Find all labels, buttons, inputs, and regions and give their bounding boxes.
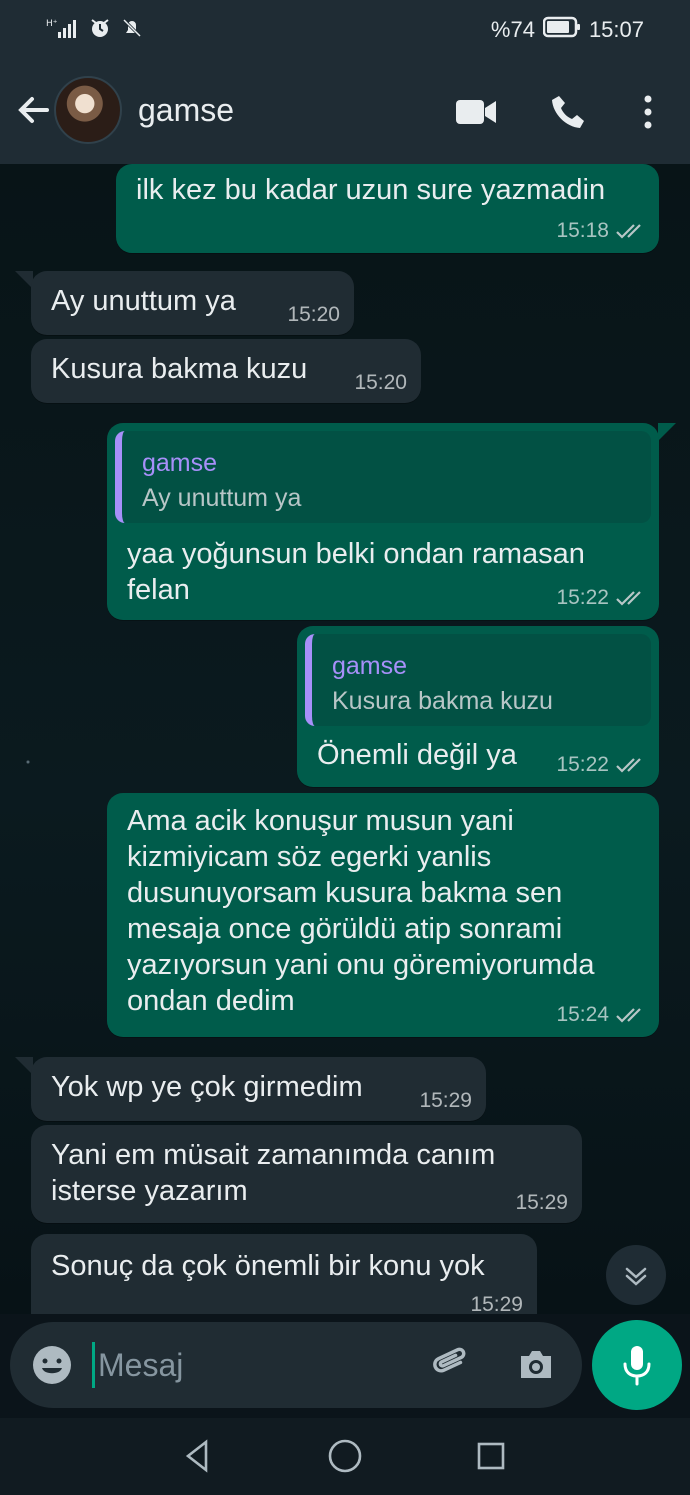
contact-name[interactable]: gamse [138,92,234,129]
message-line: mesaja once görüldü atip sonrami [127,913,563,945]
message-text: Ama acik konuşur musun yani kizmiyicam s… [127,803,594,1019]
chat-message-list[interactable]: ilk kez bu kadar uzun sure yazmadin 15:1… [0,164,690,1314]
attach-button[interactable] [428,1343,472,1387]
status-icons-right: %74 15:07 [491,16,644,44]
attach-icon [433,1347,466,1373]
back-button[interactable] [14,90,54,130]
system-back-button[interactable] [178,1436,218,1476]
system-home-button[interactable] [325,1436,365,1476]
microphone-icon [623,1346,651,1386]
message-line: yaa yoğunsun belki ondan ramasan [127,538,585,570]
contact-avatar[interactable] [54,76,122,144]
quoted-sender: gamse [142,449,218,477]
network-signal-icon: H⁺ [46,16,80,46]
message-time: 15:22 [556,754,647,776]
back-arrow-icon [18,97,49,123]
message-text: yaa yoğunsun belki ondan ramasan felan [127,536,585,608]
outgoing-reply-message[interactable]: gamse Ay unuttum ya yaa yoğunsun belki o… [107,423,659,620]
quoted-text: Kusura bakma kuzu [332,687,553,715]
status-bar: H⁺ %74 15:07 [0,0,690,60]
outgoing-bubble-tail [658,423,676,441]
home-nav-icon [328,1439,362,1473]
double-chevron-down-icon [625,1267,647,1286]
message-line: felan [127,574,190,606]
voice-call-button[interactable] [546,90,590,134]
message-time: 15:29 [470,1293,523,1315]
system-navigation-bar [0,1418,690,1495]
video-call-button[interactable] [454,90,498,134]
svg-text:H⁺: H⁺ [46,19,58,29]
more-options-button[interactable] [626,90,670,134]
message-text: Ay unuttum ya [51,285,236,317]
message-line: Yani em müsait zamanımda canım [51,1139,496,1171]
more-options-icon [644,95,652,129]
message-text: Önemli değil ya [317,739,517,771]
quoted-text: Ay unuttum ya [142,484,302,512]
message-time: 15:20 [287,303,340,326]
battery-icon [542,16,581,44]
quoted-sender: gamse [332,652,408,680]
outgoing-message[interactable]: ilk kez bu kadar uzun sure yazmadin 15:1… [116,164,659,253]
voice-message-button[interactable] [592,1320,682,1410]
quoted-message[interactable]: gamse Kusura bakma kuzu [305,634,651,726]
status-icons-left: H⁺ [46,16,144,46]
message-time: 15:18 [556,220,647,242]
read-receipt-icon [616,1008,641,1023]
recent-apps-icon [477,1442,505,1470]
incoming-message[interactable]: Yani em müsait zamanımda canım isterse y… [31,1125,582,1223]
scroll-to-bottom-button[interactable] [606,1245,666,1305]
message-time: 15:22 [556,587,647,609]
video-call-icon [456,100,496,124]
message-text: Sonuç da çok önemli bir konu yok [51,1250,485,1282]
read-receipt-icon [616,591,641,606]
quoted-message[interactable]: gamse Ay unuttum ya [115,431,651,523]
message-line: yazıyorsun yani onu göremiyorumda [127,949,595,981]
text-cursor [92,1342,95,1388]
incoming-message[interactable]: Sonuç da çok önemli bir konu yok 15:29 [31,1234,537,1314]
read-receipt-icon [616,758,641,773]
message-text: Yani em müsait zamanımda canım isterse y… [51,1137,495,1209]
message-line: Ama acik konuşur musun yani [127,805,514,837]
message-time: 15:29 [515,1191,568,1214]
message-text: Yok wp ye çok girmedim [51,1071,363,1103]
camera-button[interactable] [514,1343,558,1387]
message-input[interactable]: Mesaj [98,1347,183,1384]
message-text: Kusura bakma kuzu [51,353,308,385]
message-time: 15:20 [354,371,407,394]
chat-header: gamse [0,60,690,164]
system-recent-apps-button[interactable] [471,1436,511,1476]
battery-percent: %74 [490,17,535,42]
voice-call-icon [552,96,584,128]
outgoing-message[interactable]: Ama acik konuşur musun yani kizmiyicam s… [107,793,659,1037]
emoji-icon [33,1346,71,1384]
alarm-icon [88,16,112,46]
message-time: 15:24 [556,1004,647,1026]
message-line: kizmiyicam söz egerki yanlis [127,841,492,873]
emoji-button[interactable] [30,1343,74,1387]
incoming-message[interactable]: Kusura bakma kuzu 15:20 [31,339,421,403]
back-nav-icon [185,1439,208,1473]
mute-icon [120,16,144,46]
incoming-message[interactable]: Ay unuttum ya 15:20 [31,271,354,335]
outgoing-reply-message[interactable]: gamse Kusura bakma kuzu Önemli değil ya … [297,626,659,787]
message-time: 15:29 [419,1089,472,1112]
incoming-message[interactable]: Yok wp ye çok girmedim 15:29 [31,1057,486,1121]
message-line: ondan dedim [127,985,295,1017]
camera-icon [521,1351,551,1378]
message-text: ilk kez bu kadar uzun sure yazmadin [136,174,606,206]
message-line: dusunuyorsam kusura bakma sen [127,877,563,909]
message-line: isterse yazarım [51,1175,248,1207]
status-time: 15:07 [588,17,644,42]
message-composer[interactable]: Mesaj [10,1322,582,1408]
read-receipt-icon [616,224,641,239]
